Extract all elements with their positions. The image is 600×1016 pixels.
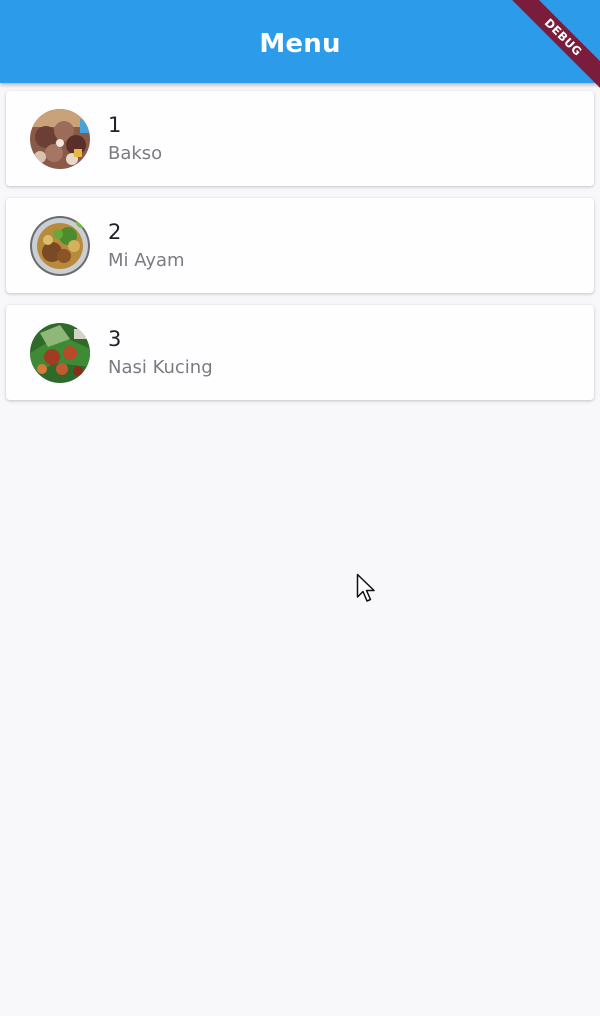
list-item-title: 2 bbox=[108, 219, 122, 244]
list-item-title: 1 bbox=[108, 112, 122, 137]
mi-ayam-photo bbox=[30, 215, 90, 276]
list-item-text: 3 Nasi Kucing bbox=[108, 326, 213, 380]
list-item-subtitle: Mi Ayam bbox=[108, 249, 185, 271]
mouse-pointer-icon bbox=[356, 573, 378, 605]
list-item-text: 1 Bakso bbox=[108, 112, 162, 166]
bakso-photo bbox=[30, 108, 90, 169]
list-item[interactable]: 3 Nasi Kucing bbox=[6, 305, 594, 400]
list-item-subtitle: Nasi Kucing bbox=[108, 356, 213, 378]
list-item-title: 3 bbox=[108, 326, 122, 351]
debug-banner: DEBUG bbox=[490, 0, 600, 110]
list-item[interactable]: 2 Mi Ayam bbox=[6, 198, 594, 293]
list-item-subtitle: Bakso bbox=[108, 142, 163, 164]
nasi-kucing-photo bbox=[30, 322, 90, 383]
page-title: Menu bbox=[259, 28, 341, 59]
debug-ribbon-label: DEBUG bbox=[503, 0, 600, 98]
list-item-text: 2 Mi Ayam bbox=[108, 219, 185, 273]
